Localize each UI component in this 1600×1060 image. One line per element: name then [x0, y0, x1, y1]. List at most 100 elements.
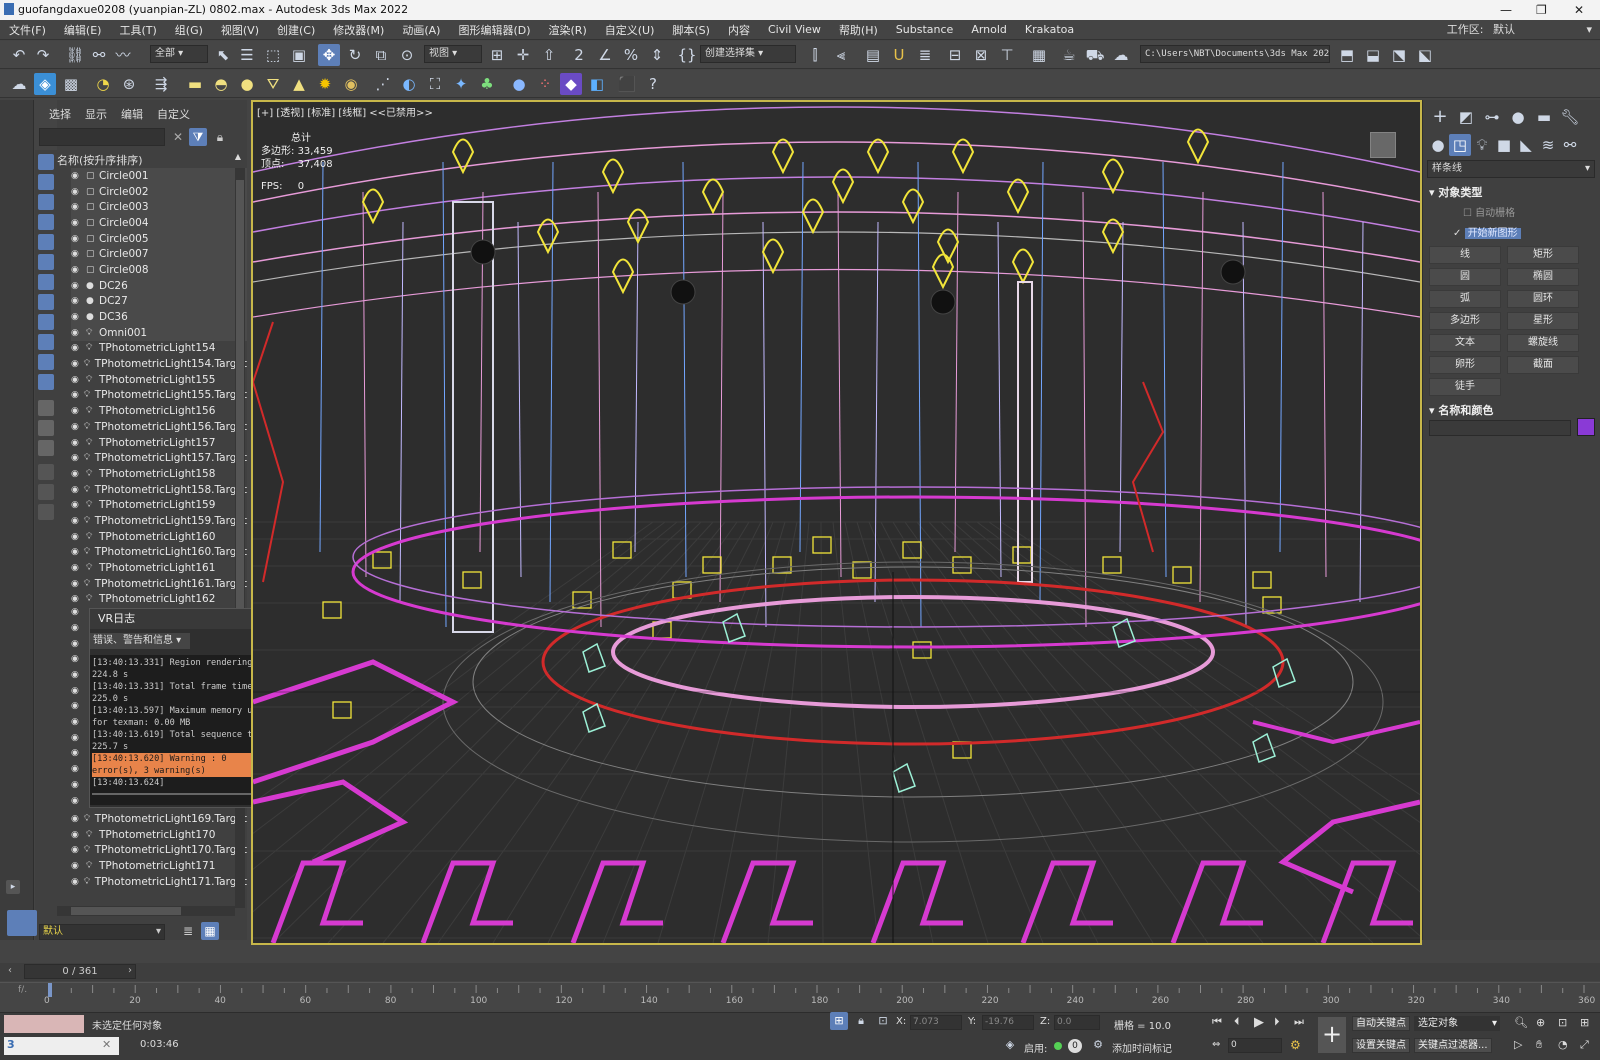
add-time-tag[interactable]: 添加时间标记 [1112, 1040, 1172, 1055]
menu-modifiers[interactable]: 修改器(M) [324, 22, 393, 38]
line-button[interactable]: 线 [1429, 246, 1501, 264]
display-spacewarps-icon[interactable] [38, 254, 54, 270]
time-slider[interactable]: ‹ 0 / 361 › [0, 963, 1600, 981]
scene-states-icon[interactable]: ☁ [8, 73, 30, 95]
menu-create[interactable]: 创建(C) [268, 22, 324, 38]
donut-button[interactable]: 圆环 [1507, 290, 1579, 308]
display-lights-icon[interactable] [38, 194, 54, 210]
auto-key-button[interactable]: 自动关键点 [1352, 1016, 1410, 1031]
scene-list-item[interactable]: ◉ 💡︎ Omni001 [71, 324, 247, 341]
select-object-icon[interactable]: ⬉ [212, 44, 234, 66]
keyboard-shortcut-icon[interactable]: ⇧ [538, 44, 560, 66]
scene-list-item[interactable]: ◉ ▢ Circle008 [71, 262, 247, 278]
next-frame-icon[interactable]: › [128, 965, 132, 976]
display-tab-icon[interactable]: ▬ [1533, 106, 1555, 128]
scene-list-item[interactable]: ◉ ▢ Circle002 [71, 183, 247, 200]
display-all-icon[interactable] [38, 400, 54, 416]
tab-select[interactable]: 选择 [49, 106, 71, 122]
place-icon[interactable]: ⊙ [396, 44, 418, 66]
ellipse-button[interactable]: 椭圆 [1507, 268, 1579, 286]
visibility-eye-icon[interactable]: ◉ [71, 171, 83, 181]
menu-scripting[interactable]: 脚本(S) [663, 22, 719, 38]
selection-lock-icon[interactable]: 🔒︎ [852, 1012, 870, 1030]
go-to-end-icon[interactable]: ⏭ [1294, 1015, 1304, 1029]
edit-named-selection-icon[interactable]: {} [676, 44, 698, 66]
adaptive-degradation-icon[interactable]: ◈ [1002, 1037, 1018, 1053]
previous-frame-icon[interactable]: ⏴ [1234, 1015, 1240, 1029]
geometry-category-icon[interactable]: ● [1427, 134, 1449, 156]
vray-displacement-icon[interactable]: ⛶ [424, 73, 446, 95]
visibility-eye-icon[interactable]: ◉ [71, 202, 83, 212]
visibility-eye-icon[interactable]: ◉ [71, 265, 83, 275]
maximize-viewport-icon[interactable]: ⤢ [1580, 1038, 1589, 1052]
vray-material-icon[interactable]: ⊛ [118, 73, 140, 95]
layer-dropdown[interactable]: 默认 ▾ [39, 924, 165, 940]
visibility-eye-icon[interactable]: ◉ [71, 296, 83, 306]
enable-indicator[interactable] [1054, 1042, 1062, 1050]
menu-civil-view[interactable]: Civil View [759, 23, 830, 36]
time-tag-toggle[interactable]: 0 [1068, 1039, 1082, 1053]
scene-list-item[interactable]: ◉ 💡︎ TPhotometricLight154 [71, 341, 247, 357]
vray-sphere-light-icon[interactable]: ● [236, 73, 258, 95]
scene-list-item[interactable]: ◉ ▢ Circle003 [71, 199, 247, 216]
close-icon[interactable]: ✕ [102, 1038, 111, 1051]
spinner-snap-icon[interactable]: ⇕ [646, 44, 668, 66]
redo-icon[interactable]: ↷ [32, 44, 54, 66]
spacewarps-category-icon[interactable]: ≋ [1537, 134, 1559, 156]
scene-list-item[interactable]: ◉ 💡︎ TPhotometricLight161.Target [71, 576, 247, 592]
display-xrefs-icon[interactable] [38, 294, 54, 310]
time-configuration-icon[interactable]: ⚙ [1290, 1038, 1301, 1052]
set-key-button[interactable]: 设置关键点 [1352, 1038, 1410, 1053]
menu-file[interactable]: 文件(F) [0, 22, 55, 38]
expand-arrow-icon[interactable]: ▸ [6, 880, 20, 894]
set-key-big-icon[interactable]: + [1318, 1017, 1346, 1053]
vray-ies-light-icon[interactable]: ▲ [288, 73, 310, 95]
shape-category-dropdown[interactable]: 样条线 ▾ [1427, 160, 1595, 178]
vray-plane-light-icon[interactable]: ▬ [184, 73, 206, 95]
field-of-view-icon[interactable]: ▷ [1514, 1038, 1522, 1051]
visibility-eye-icon[interactable]: ◉ [71, 516, 81, 526]
orbit-icon[interactable]: ◔ [1558, 1038, 1568, 1051]
restore-icon[interactable]: ❐ [1536, 0, 1547, 20]
visibility-eye-icon[interactable]: ◉ [71, 485, 81, 495]
visibility-eye-icon[interactable]: ◉ [71, 390, 81, 400]
play-icon[interactable]: ▶ [1254, 1015, 1264, 1030]
circle-button[interactable]: 圆 [1429, 268, 1501, 286]
display-shapes-icon[interactable] [38, 174, 54, 190]
vray-scatter-icon[interactable]: ✦ [450, 73, 472, 95]
minimize-icon[interactable]: — [1500, 0, 1512, 20]
object-name-input[interactable] [1429, 420, 1571, 436]
x-coordinate-field[interactable]: 7.073 [910, 1015, 962, 1030]
toggle-ribbon-icon[interactable]: U [888, 44, 910, 66]
maxscript-mini-listener[interactable]: 3 ✕ [4, 1037, 119, 1055]
vray-mesh-light-icon[interactable]: ⛛ [262, 73, 284, 95]
next-frame-icon[interactable]: ⏵ [1274, 1015, 1280, 1029]
object-type-rollout[interactable]: ▾ 对象类型 [1429, 184, 1482, 200]
window-crossing-icon[interactable]: ▣ [288, 44, 310, 66]
perspective-viewport[interactable]: [+] [透视] [标准] [线框] <<已禁用>> 总计 多边形: 33,45… [251, 100, 1422, 945]
visibility-eye-icon[interactable]: ◉ [71, 422, 81, 432]
visibility-eye-icon[interactable]: ◉ [71, 406, 83, 416]
scene-list-item[interactable]: ◉ ▢ Circle004 [71, 215, 247, 231]
material-editor-icon[interactable]: ⊠ [970, 44, 992, 66]
vray-log-filter-dropdown[interactable]: 错误、警告和信息 ▾ [90, 633, 190, 649]
menu-substance[interactable]: Substance [887, 23, 963, 36]
prev-frame-icon[interactable]: ‹ [8, 965, 12, 976]
vray-vision-icon[interactable]: ◧ [586, 73, 608, 95]
scene-list-item[interactable]: ◉ 💡︎ TPhotometricLight170.Target [71, 843, 247, 859]
mini-curve-editor-icon[interactable]: f/. [18, 985, 27, 995]
scene-list-item[interactable]: ◉ 💡︎ TPhotometricLight157.Target [71, 450, 247, 466]
visibility-eye-icon[interactable]: ◉ [71, 249, 83, 259]
start-new-shape-checkbox[interactable]: ✓ 开始新图形 [1453, 224, 1521, 239]
lock-icon[interactable] [38, 504, 54, 520]
scene-search-input[interactable] [39, 128, 165, 146]
scene-list-item[interactable]: ◉ 💡︎ TPhotometricLight155 [71, 372, 247, 388]
close-icon[interactable]: ✕ [1574, 0, 1584, 20]
project-open-icon[interactable]: ⬓ [1362, 44, 1384, 66]
light-lister-icon[interactable]: ◔ [92, 73, 114, 95]
reference-coordinate-dropdown[interactable]: 视图 ▾ [424, 45, 482, 63]
vray-proxy-icon[interactable]: ⇶ [150, 73, 172, 95]
visibility-eye-icon[interactable]: ◉ [71, 579, 81, 589]
visibility-eye-icon[interactable]: ◉ [71, 814, 81, 824]
time-slider-thumb[interactable]: 0 / 361 [24, 964, 136, 979]
